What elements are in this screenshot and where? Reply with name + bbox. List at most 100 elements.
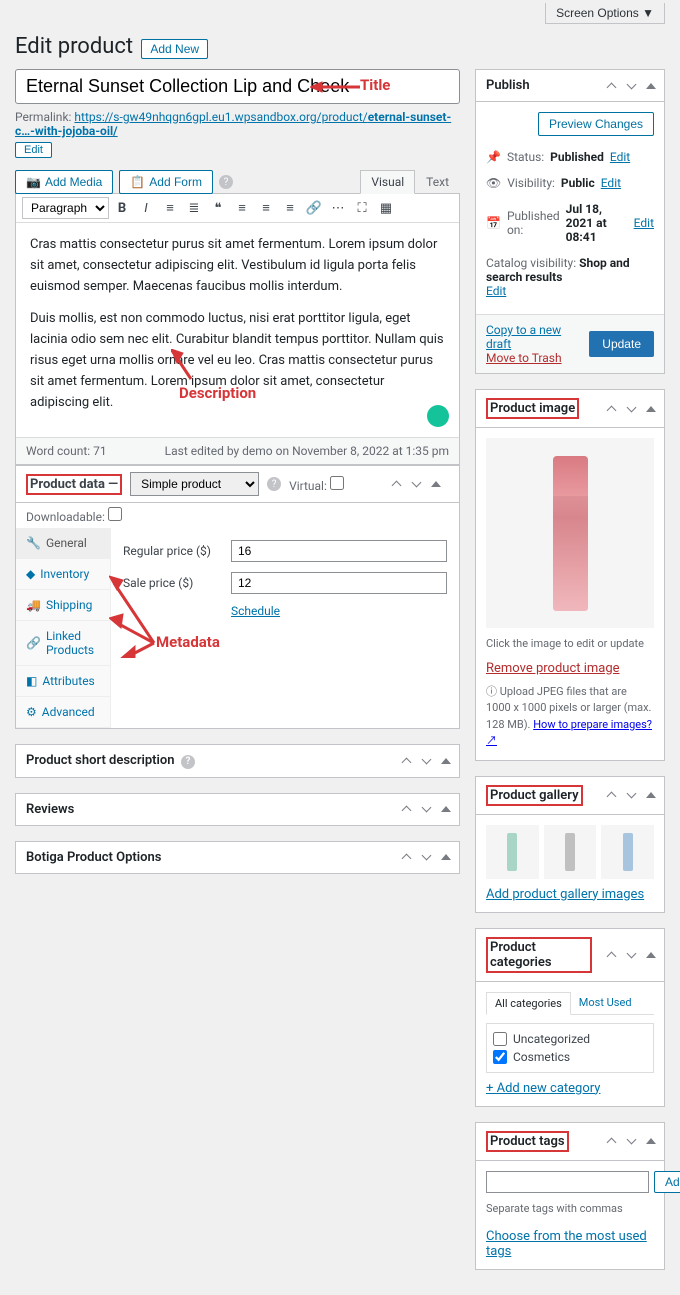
move-down-icon[interactable] <box>417 752 435 770</box>
move-up-icon[interactable] <box>602 400 620 418</box>
toggle-icon[interactable] <box>437 848 455 866</box>
move-down-icon[interactable] <box>622 946 640 964</box>
move-down-icon[interactable] <box>622 77 640 95</box>
gallery-thumb[interactable] <box>601 825 654 879</box>
toggle-icon[interactable] <box>642 77 660 95</box>
move-down-icon[interactable] <box>407 475 425 493</box>
product-gallery-heading: Product gallery <box>476 777 593 814</box>
tab-shipping[interactable]: 🚚 Shipping <box>16 590 110 621</box>
fullscreen-button[interactable]: ⛶ <box>351 197 373 219</box>
help-icon[interactable]: ? <box>181 755 195 769</box>
choose-tags-link[interactable]: Choose from the most used tags <box>486 1229 647 1259</box>
botiga-heading: Botiga Product Options <box>16 842 171 873</box>
toggle-icon[interactable] <box>642 786 660 804</box>
downloadable-label: Downloadable: <box>26 510 105 524</box>
add-form-button[interactable]: 📋 Add Form <box>119 170 213 194</box>
downloadable-checkbox[interactable] <box>108 507 122 521</box>
screen-options-button[interactable]: Screen Options ▼ <box>545 3 665 24</box>
category-checkbox-cosmetics[interactable] <box>493 1050 507 1064</box>
product-image-thumbnail[interactable] <box>486 438 654 628</box>
regular-price-input[interactable] <box>231 540 447 562</box>
category-label: Uncategorized <box>513 1032 590 1046</box>
link-button[interactable]: 🔗 <box>303 197 325 219</box>
page-title: Edit product <box>15 34 133 59</box>
product-type-select[interactable]: Simple product <box>130 472 259 496</box>
move-up-icon[interactable] <box>397 752 415 770</box>
tab-most-used[interactable]: Most Used <box>571 992 640 1014</box>
add-tag-button[interactable]: Add <box>654 1171 680 1193</box>
align-right-button[interactable]: ≡ <box>279 197 301 219</box>
tab-attributes[interactable]: ◧ Attributes <box>16 666 110 697</box>
toggle-icon[interactable] <box>642 400 660 418</box>
tab-inventory[interactable]: ◆ Inventory <box>16 559 110 590</box>
help-icon[interactable]: ? <box>267 477 281 491</box>
category-checkbox-uncategorized[interactable] <box>493 1032 507 1046</box>
tab-linked-products[interactable]: 🔗 Linked Products <box>16 621 110 666</box>
edit-visibility-link[interactable]: Edit <box>601 176 621 190</box>
product-data-heading: Product data — <box>30 477 118 492</box>
edit-catalog-link[interactable]: Edit <box>486 284 506 298</box>
move-up-icon[interactable] <box>397 848 415 866</box>
move-trash-link[interactable]: Move to Trash <box>486 351 589 365</box>
quote-button[interactable]: ❝ <box>207 197 229 219</box>
gallery-thumb[interactable] <box>544 825 597 879</box>
move-down-icon[interactable] <box>622 1132 640 1150</box>
bold-button[interactable]: B <box>111 197 133 219</box>
permalink-link[interactable]: https://s-gw49nhqgn6gpl.eu1.wpsandbox.or… <box>15 110 451 138</box>
move-up-icon[interactable] <box>602 77 620 95</box>
move-down-icon[interactable] <box>417 848 435 866</box>
move-up-icon[interactable] <box>602 946 620 964</box>
gallery-thumb[interactable] <box>486 825 539 879</box>
move-up-icon[interactable] <box>602 786 620 804</box>
add-category-link[interactable]: + Add new category <box>486 1081 600 1096</box>
format-select[interactable]: Paragraph <box>22 197 109 219</box>
toggle-icon[interactable] <box>642 946 660 964</box>
add-new-button[interactable]: Add New <box>141 39 208 59</box>
remove-image-link[interactable]: Remove product image <box>486 661 620 676</box>
tab-text[interactable]: Text <box>415 170 460 194</box>
align-left-button[interactable]: ≡ <box>231 197 253 219</box>
copy-draft-link[interactable]: Copy to a new draft <box>486 323 589 351</box>
move-down-icon[interactable] <box>622 400 640 418</box>
category-label: Cosmetics <box>513 1050 570 1064</box>
toggle-icon[interactable] <box>427 475 445 493</box>
move-up-icon[interactable] <box>397 800 415 818</box>
tab-advanced[interactable]: ⚙ Advanced <box>16 697 110 728</box>
toggle-icon[interactable] <box>642 1132 660 1150</box>
update-button[interactable]: Update <box>589 331 654 357</box>
toggle-icon[interactable] <box>437 800 455 818</box>
sale-price-label: Sale price ($) <box>123 576 223 590</box>
move-down-icon[interactable] <box>417 800 435 818</box>
toggle-icon[interactable] <box>437 752 455 770</box>
toolbar-toggle-button[interactable]: ▦ <box>375 197 397 219</box>
content-editor: Paragraph B I ≡ ≣ ❝ ≡ ≡ ≡ 🔗 ⋯ ⛶ ▦ Cras m… <box>15 193 460 465</box>
editor-content-area[interactable]: Cras mattis consectetur purus sit amet f… <box>16 223 459 437</box>
edit-status-link[interactable]: Edit <box>610 150 630 164</box>
add-gallery-link[interactable]: Add product gallery images <box>486 887 644 902</box>
edit-date-link[interactable]: Edit <box>634 216 654 230</box>
content-p2: Duis mollis, est non commodo luctus, nis… <box>30 309 445 413</box>
product-title-input[interactable] <box>15 69 460 104</box>
content-p1: Cras mattis consectetur purus sit amet f… <box>30 235 445 297</box>
tab-visual[interactable]: Visual <box>360 170 415 194</box>
schedule-link[interactable]: Schedule <box>231 604 280 618</box>
add-media-button[interactable]: 📷 Add Media <box>15 170 113 194</box>
preview-changes-button[interactable]: Preview Changes <box>538 112 654 136</box>
tag-input[interactable] <box>486 1171 649 1193</box>
bullet-list-button[interactable]: ≡ <box>159 197 181 219</box>
move-up-icon[interactable] <box>602 1132 620 1150</box>
move-down-icon[interactable] <box>622 786 640 804</box>
tab-general[interactable]: 🔧 General <box>16 528 110 559</box>
numbered-list-button[interactable]: ≣ <box>183 197 205 219</box>
move-up-icon[interactable] <box>387 475 405 493</box>
help-icon[interactable]: ? <box>219 175 233 189</box>
italic-button[interactable]: I <box>135 197 157 219</box>
more-button[interactable]: ⋯ <box>327 197 349 219</box>
product-categories-heading: Product categories <box>476 929 602 981</box>
align-center-button[interactable]: ≡ <box>255 197 277 219</box>
edit-slug-button[interactable]: Edit <box>15 142 52 158</box>
grammarly-icon[interactable] <box>427 405 449 427</box>
sale-price-input[interactable] <box>231 572 447 594</box>
virtual-checkbox[interactable] <box>330 476 344 490</box>
tab-all-categories[interactable]: All categories <box>486 992 571 1015</box>
